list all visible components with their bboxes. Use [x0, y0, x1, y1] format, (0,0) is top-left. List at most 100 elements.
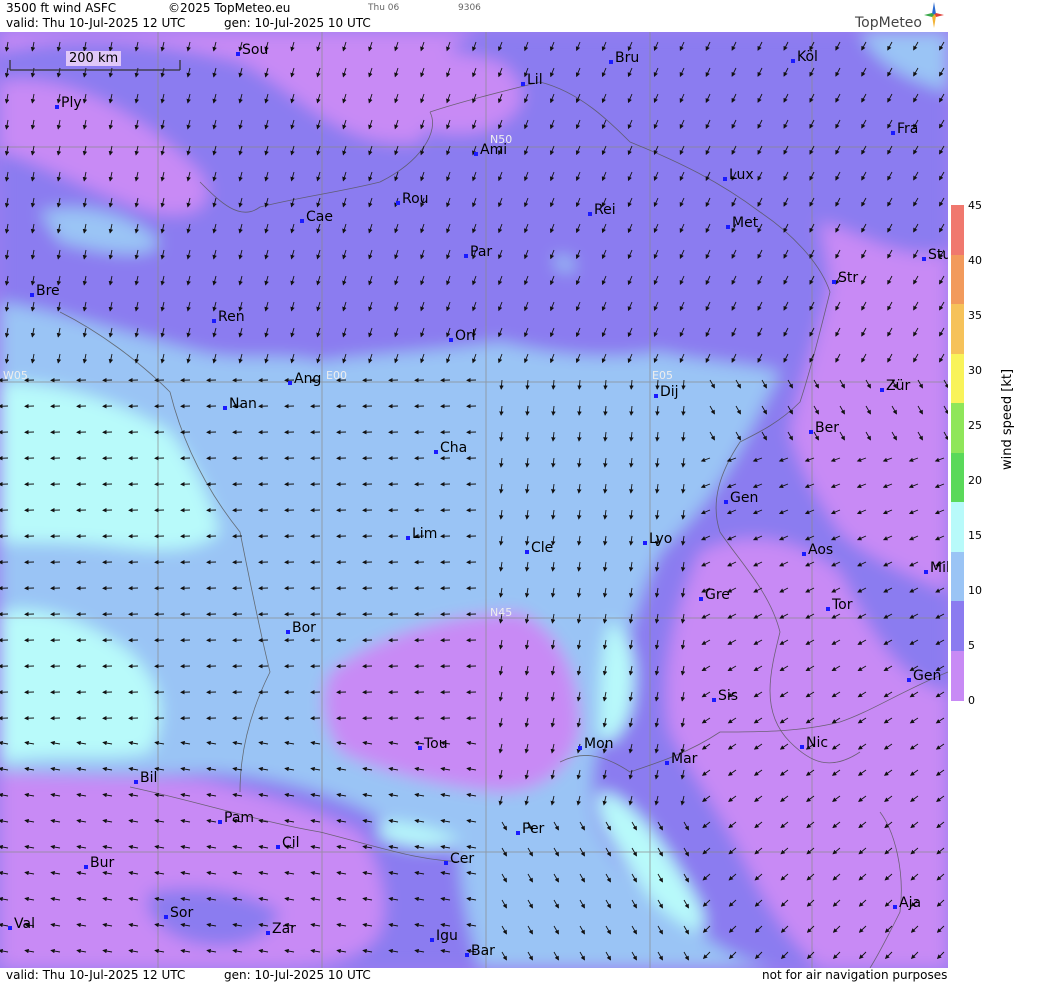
city-label: Ami [474, 142, 508, 158]
city-label: Par [464, 244, 492, 260]
city-marker-icon [164, 915, 168, 919]
city-name: Dij [660, 384, 679, 400]
grid-label-w05: W05 [3, 369, 28, 382]
city-marker-icon [723, 177, 727, 181]
small-label-2: 9306 [458, 3, 481, 13]
brand-name[interactable]: TopMeteo [855, 15, 922, 31]
city-name: Ami [480, 142, 508, 158]
city-marker-icon [276, 845, 280, 849]
city-label: Sor [164, 905, 193, 921]
city-name: Ang [294, 371, 322, 387]
city-label: Ang [288, 371, 322, 387]
city-marker-icon [84, 865, 88, 869]
city-label: Stu [922, 247, 948, 263]
city-label: Igu [430, 928, 458, 944]
city-marker-icon [665, 761, 669, 765]
city-label: Ply [55, 95, 82, 111]
footer: valid: Thu 10-Jul-2025 12 UTC gen: 10-Ju… [0, 968, 948, 983]
city-name: Lyo [649, 531, 673, 547]
city-marker-icon [465, 953, 469, 957]
city-label: Mil [924, 560, 948, 576]
city-marker-icon [434, 450, 438, 454]
city-label: Cle [525, 540, 554, 556]
footer-gen-time: gen: 10-Jul-2025 10 UTC [224, 968, 371, 982]
city-marker-icon [802, 552, 806, 556]
city-label: Gen [724, 490, 759, 506]
city-marker-icon [212, 319, 216, 323]
valid-time: valid: Thu 10-Jul-2025 12 UTC [6, 16, 186, 30]
city-name: Bar [471, 943, 495, 959]
city-marker-icon [800, 745, 804, 749]
city-marker-icon [724, 500, 728, 504]
colorbar-swatch [951, 403, 964, 453]
city-label: Rou [396, 191, 429, 207]
city-marker-icon [218, 820, 222, 824]
scale-bar-label: 200 km [66, 51, 122, 66]
wind-speed-colorbar [951, 205, 964, 701]
city-marker-icon [893, 905, 897, 909]
city-name: Val [14, 916, 35, 932]
map-title: 3500 ft wind ASFC [6, 1, 117, 15]
city-name: Lim [412, 526, 438, 542]
city-label: Dij [654, 384, 679, 400]
city-marker-icon [712, 698, 716, 702]
footer-valid-time: valid: Thu 10-Jul-2025 12 UTC [6, 968, 186, 982]
colorbar-swatch [951, 502, 964, 552]
city-label: Bil [134, 770, 158, 786]
city-marker-icon [288, 381, 292, 385]
city-name: Ply [61, 95, 82, 111]
city-label: Lil [521, 72, 543, 88]
colorbar-tick-label: 5 [968, 639, 975, 652]
city-label: Nic [800, 735, 828, 751]
grid-label-e00: E00 [326, 369, 347, 382]
city-name: Gen [730, 490, 759, 506]
city-name: Bil [140, 770, 158, 786]
city-name: Aja [899, 895, 922, 911]
city-name: Ren [218, 309, 245, 325]
city-label: Cae [300, 209, 333, 225]
city-name: Str [838, 270, 859, 286]
city-name: Köl [797, 49, 818, 65]
city-name: Tou [424, 736, 448, 752]
city-name: Rei [594, 202, 616, 218]
city-marker-icon [578, 746, 582, 750]
city-label: Ber [809, 420, 839, 436]
city-label: Lux [723, 167, 754, 183]
city-name: Mil [930, 560, 948, 576]
city-name: Igu [436, 928, 458, 944]
wind-speed-field [0, 32, 948, 968]
city-label: Ren [212, 309, 245, 325]
city-marker-icon [791, 59, 795, 63]
city-name: Bur [90, 855, 115, 871]
city-name: Cae [306, 209, 333, 225]
city-marker-icon [609, 60, 613, 64]
city-marker-icon [8, 926, 12, 930]
city-label: Sou [236, 42, 268, 58]
city-name: Cle [531, 540, 554, 556]
city-marker-icon [907, 678, 911, 682]
city-label: Aos [802, 542, 833, 558]
city-label: Bre [30, 283, 60, 299]
city-label: Str [832, 270, 859, 286]
city-marker-icon [588, 212, 592, 216]
city-marker-icon [654, 394, 658, 398]
city-label: Cer [444, 851, 474, 867]
city-label: Zür [880, 378, 911, 394]
city-name: Per [522, 821, 545, 837]
city-label: Bru [609, 50, 640, 66]
city-label: Rei [588, 202, 616, 218]
city-marker-icon [924, 570, 928, 574]
city-marker-icon [726, 225, 730, 229]
city-label: Pam [218, 810, 254, 826]
colorbar-tick-label: 0 [968, 694, 975, 707]
city-name: Bru [615, 50, 640, 66]
city-marker-icon [880, 388, 884, 392]
wind-map[interactable]: 200 km N50 N45 W05 E00 E05 Sou Bru Köl Lil P… [0, 32, 948, 968]
city-marker-icon [444, 861, 448, 865]
city-name: Zür [886, 378, 911, 394]
city-name: Bre [36, 283, 60, 299]
city-label: Lim [406, 526, 438, 542]
city-label: Nan [223, 396, 257, 412]
colorbar-swatch [951, 304, 964, 354]
city-name: Rou [402, 191, 429, 207]
